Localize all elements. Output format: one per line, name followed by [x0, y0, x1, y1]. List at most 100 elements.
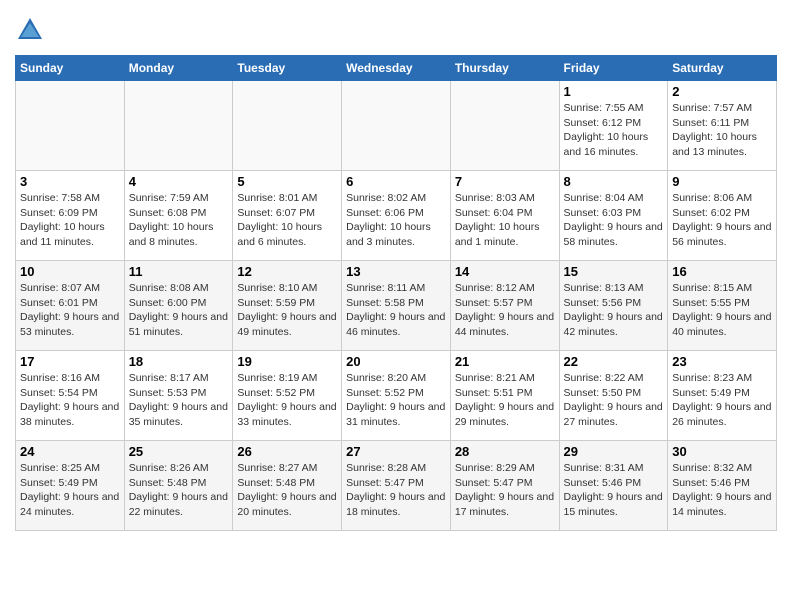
- weekday-header-thursday: Thursday: [450, 56, 559, 81]
- calendar-cell: 2 Sunrise: 7:57 AM Sunset: 6:11 PM Daylig…: [668, 81, 777, 171]
- calendar-cell: [233, 81, 342, 171]
- day-number: 12: [237, 264, 337, 279]
- calendar-cell: 17 Sunrise: 8:16 AM Sunset: 5:54 PM Dayli…: [16, 351, 125, 441]
- day-number: 11: [129, 264, 229, 279]
- day-info: Sunrise: 8:22 AM Sunset: 5:50 PM Dayligh…: [564, 371, 664, 430]
- calendar-cell: [16, 81, 125, 171]
- day-number: 5: [237, 174, 337, 189]
- day-number: 1: [564, 84, 664, 99]
- day-number: 20: [346, 354, 446, 369]
- calendar-cell: 28Sunrise: 8:29 AM Sunset: 5:47 PM Dayli…: [450, 441, 559, 531]
- calendar-cell: 5 Sunrise: 8:01 AM Sunset: 6:07 PM Daylig…: [233, 171, 342, 261]
- day-number: 6: [346, 174, 446, 189]
- day-info: Sunrise: 7:57 AM Sunset: 6:11 PM Dayligh…: [672, 101, 772, 160]
- day-info: Sunrise: 8:23 AM Sunset: 5:49 PM Dayligh…: [672, 371, 772, 430]
- calendar-cell: 12Sunrise: 8:10 AM Sunset: 5:59 PM Dayli…: [233, 261, 342, 351]
- day-info: Sunrise: 7:55 AM Sunset: 6:12 PM Dayligh…: [564, 101, 664, 160]
- day-number: 3: [20, 174, 120, 189]
- day-info: Sunrise: 8:29 AM Sunset: 5:47 PM Dayligh…: [455, 461, 555, 520]
- day-info: Sunrise: 8:11 AM Sunset: 5:58 PM Dayligh…: [346, 281, 446, 340]
- day-number: 26: [237, 444, 337, 459]
- calendar-cell: 10 Sunrise: 8:07 AM Sunset: 6:01 PM Dayli…: [16, 261, 125, 351]
- calendar-table: SundayMondayTuesdayWednesdayThursdayFrid…: [15, 55, 777, 531]
- day-info: Sunrise: 8:20 AM Sunset: 5:52 PM Dayligh…: [346, 371, 446, 430]
- day-number: 14: [455, 264, 555, 279]
- calendar-cell: 11 Sunrise: 8:08 AM Sunset: 6:00 PM Dayli…: [124, 261, 233, 351]
- calendar-cell: 29 Sunrise: 8:31 AM Sunset: 5:46 PM Dayli…: [559, 441, 668, 531]
- weekday-header-tuesday: Tuesday: [233, 56, 342, 81]
- day-number: 25: [129, 444, 229, 459]
- calendar-cell: 18Sunrise: 8:17 AM Sunset: 5:53 PM Dayli…: [124, 351, 233, 441]
- weekday-header-wednesday: Wednesday: [342, 56, 451, 81]
- header: [15, 15, 777, 45]
- calendar-cell: 24 Sunrise: 8:25 AM Sunset: 5:49 PM Dayli…: [16, 441, 125, 531]
- day-info: Sunrise: 8:08 AM Sunset: 6:00 PM Dayligh…: [129, 281, 229, 340]
- calendar-cell: [342, 81, 451, 171]
- day-info: Sunrise: 8:32 AM Sunset: 5:46 PM Dayligh…: [672, 461, 772, 520]
- calendar-week-row: 10 Sunrise: 8:07 AM Sunset: 6:01 PM Dayli…: [16, 261, 777, 351]
- calendar-cell: 14 Sunrise: 8:12 AM Sunset: 5:57 PM Dayli…: [450, 261, 559, 351]
- day-number: 15: [564, 264, 664, 279]
- calendar-cell: 9 Sunrise: 8:06 AM Sunset: 6:02 PM Daylig…: [668, 171, 777, 261]
- day-number: 7: [455, 174, 555, 189]
- calendar-cell: 27 Sunrise: 8:28 AM Sunset: 5:47 PM Dayli…: [342, 441, 451, 531]
- weekday-header-saturday: Saturday: [668, 56, 777, 81]
- calendar-cell: 1 Sunrise: 7:55 AM Sunset: 6:12 PM Daylig…: [559, 81, 668, 171]
- day-number: 13: [346, 264, 446, 279]
- calendar-week-row: 1 Sunrise: 7:55 AM Sunset: 6:12 PM Daylig…: [16, 81, 777, 171]
- calendar-cell: 23Sunrise: 8:23 AM Sunset: 5:49 PM Dayli…: [668, 351, 777, 441]
- day-number: 29: [564, 444, 664, 459]
- day-info: Sunrise: 8:04 AM Sunset: 6:03 PM Dayligh…: [564, 191, 664, 250]
- day-info: Sunrise: 8:16 AM Sunset: 5:54 PM Dayligh…: [20, 371, 120, 430]
- logo-icon: [15, 15, 45, 45]
- day-info: Sunrise: 8:15 AM Sunset: 5:55 PM Dayligh…: [672, 281, 772, 340]
- weekday-header-sunday: Sunday: [16, 56, 125, 81]
- page-container: SundayMondayTuesdayWednesdayThursdayFrid…: [0, 0, 792, 541]
- day-number: 24: [20, 444, 120, 459]
- day-number: 21: [455, 354, 555, 369]
- calendar-cell: 30 Sunrise: 8:32 AM Sunset: 5:46 PM Dayli…: [668, 441, 777, 531]
- day-info: Sunrise: 8:26 AM Sunset: 5:48 PM Dayligh…: [129, 461, 229, 520]
- day-number: 2: [672, 84, 772, 99]
- calendar-cell: 3Sunrise: 7:58 AM Sunset: 6:09 PM Daylig…: [16, 171, 125, 261]
- day-number: 17: [20, 354, 120, 369]
- day-number: 27: [346, 444, 446, 459]
- calendar-cell: 16Sunrise: 8:15 AM Sunset: 5:55 PM Dayli…: [668, 261, 777, 351]
- day-info: Sunrise: 8:31 AM Sunset: 5:46 PM Dayligh…: [564, 461, 664, 520]
- calendar-cell: 26 Sunrise: 8:27 AM Sunset: 5:48 PM Dayli…: [233, 441, 342, 531]
- calendar-cell: 19 Sunrise: 8:19 AM Sunset: 5:52 PM Dayli…: [233, 351, 342, 441]
- calendar-cell: 4 Sunrise: 7:59 AM Sunset: 6:08 PM Daylig…: [124, 171, 233, 261]
- calendar-cell: [124, 81, 233, 171]
- calendar-cell: 25 Sunrise: 8:26 AM Sunset: 5:48 PM Dayli…: [124, 441, 233, 531]
- weekday-header-friday: Friday: [559, 56, 668, 81]
- day-number: 19: [237, 354, 337, 369]
- calendar-cell: 22 Sunrise: 8:22 AM Sunset: 5:50 PM Dayli…: [559, 351, 668, 441]
- day-info: Sunrise: 8:03 AM Sunset: 6:04 PM Dayligh…: [455, 191, 555, 250]
- day-number: 9: [672, 174, 772, 189]
- calendar-cell: 6 Sunrise: 8:02 AM Sunset: 6:06 PM Daylig…: [342, 171, 451, 261]
- day-number: 8: [564, 174, 664, 189]
- day-info: Sunrise: 7:59 AM Sunset: 6:08 PM Dayligh…: [129, 191, 229, 250]
- weekday-header-monday: Monday: [124, 56, 233, 81]
- day-info: Sunrise: 8:27 AM Sunset: 5:48 PM Dayligh…: [237, 461, 337, 520]
- calendar-week-row: 17 Sunrise: 8:16 AM Sunset: 5:54 PM Dayli…: [16, 351, 777, 441]
- day-info: Sunrise: 8:17 AM Sunset: 5:53 PM Dayligh…: [129, 371, 229, 430]
- calendar-cell: 13 Sunrise: 8:11 AM Sunset: 5:58 PM Dayli…: [342, 261, 451, 351]
- day-info: Sunrise: 8:28 AM Sunset: 5:47 PM Dayligh…: [346, 461, 446, 520]
- day-number: 22: [564, 354, 664, 369]
- calendar-cell: 7 Sunrise: 8:03 AM Sunset: 6:04 PM Daylig…: [450, 171, 559, 261]
- calendar-cell: 8 Sunrise: 8:04 AM Sunset: 6:03 PM Daylig…: [559, 171, 668, 261]
- day-info: Sunrise: 8:02 AM Sunset: 6:06 PM Dayligh…: [346, 191, 446, 250]
- day-info: Sunrise: 8:25 AM Sunset: 5:49 PM Dayligh…: [20, 461, 120, 520]
- day-info: Sunrise: 8:12 AM Sunset: 5:57 PM Dayligh…: [455, 281, 555, 340]
- day-number: 30: [672, 444, 772, 459]
- day-info: Sunrise: 8:07 AM Sunset: 6:01 PM Dayligh…: [20, 281, 120, 340]
- day-info: Sunrise: 8:19 AM Sunset: 5:52 PM Dayligh…: [237, 371, 337, 430]
- day-number: 10: [20, 264, 120, 279]
- day-info: Sunrise: 8:13 AM Sunset: 5:56 PM Dayligh…: [564, 281, 664, 340]
- logo: [15, 15, 50, 45]
- day-info: Sunrise: 8:06 AM Sunset: 6:02 PM Dayligh…: [672, 191, 772, 250]
- day-number: 4: [129, 174, 229, 189]
- day-info: Sunrise: 8:01 AM Sunset: 6:07 PM Dayligh…: [237, 191, 337, 250]
- calendar-cell: 21Sunrise: 8:21 AM Sunset: 5:51 PM Dayli…: [450, 351, 559, 441]
